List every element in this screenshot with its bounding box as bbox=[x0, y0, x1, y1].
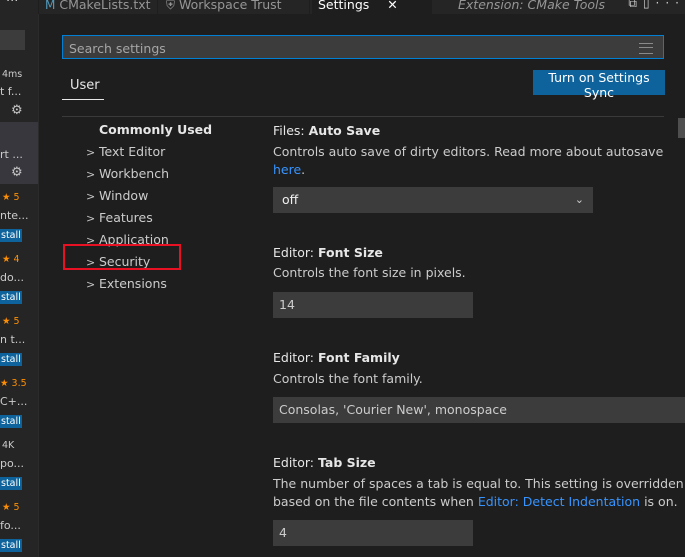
toc-item-extensions[interactable]: > Extensions bbox=[86, 276, 167, 291]
ext-rating: ★ 4 bbox=[2, 254, 20, 265]
ext-downloads: 4K bbox=[2, 440, 15, 451]
toc-commonly-used[interactable]: Commonly Used bbox=[99, 122, 212, 137]
ext-name[interactable]: nte... bbox=[0, 209, 38, 222]
setting-title-tab-size: Editor: Tab Size bbox=[273, 455, 376, 470]
ext-timing: 4ms bbox=[2, 69, 23, 80]
description-text: . bbox=[301, 162, 306, 177]
settings-search-box bbox=[62, 35, 664, 59]
setting-category: Files: bbox=[273, 123, 309, 138]
settings-sync-button[interactable]: Turn on Settings Sync bbox=[533, 70, 665, 100]
highlight-box bbox=[63, 244, 181, 270]
setting-name: Font Family bbox=[317, 350, 400, 365]
toc-label: Workbench bbox=[99, 166, 169, 181]
toc-label: Features bbox=[99, 210, 153, 225]
chevron-right-icon: > bbox=[86, 278, 96, 291]
search-input[interactable] bbox=[67, 39, 631, 57]
install-button[interactable]: stall bbox=[0, 353, 22, 366]
setting-description-link-line: here. bbox=[273, 161, 305, 179]
active-tab-indicator bbox=[62, 99, 104, 100]
gear-icon[interactable]: ⚙ bbox=[11, 103, 23, 118]
toc-item-window[interactable]: > Window bbox=[86, 188, 148, 203]
setting-description: Controls the font family. bbox=[273, 370, 423, 388]
tab-label: Extension: CMake Tools bbox=[458, 0, 605, 12]
ext-name[interactable]: n t... bbox=[0, 333, 38, 346]
tab-extension-cmake-tools[interactable]: Extension: CMake Tools bbox=[452, 0, 605, 14]
tab-label: Settings bbox=[318, 0, 370, 12]
description-text: Controls auto save of dirty editors. Rea… bbox=[273, 144, 664, 159]
description-text: based on the file contents when bbox=[273, 494, 478, 509]
close-icon[interactable]: ✕ bbox=[387, 0, 397, 12]
install-button[interactable]: stall bbox=[0, 477, 22, 490]
font-family-input[interactable]: Consolas, 'Courier New', monospace bbox=[273, 397, 685, 423]
dropdown-value: off bbox=[282, 192, 299, 207]
ext-rating: ★ 5 bbox=[2, 192, 20, 203]
ext-name[interactable]: do... bbox=[0, 271, 38, 284]
toc-label: Text Editor bbox=[99, 144, 166, 159]
description-text: The number of spaces a tab is equal to. … bbox=[273, 476, 684, 491]
gear-icon[interactable]: ⚙ bbox=[11, 165, 23, 180]
tab-label: CMakeLists.txt bbox=[59, 0, 151, 12]
setting-description: Controls auto save of dirty editors. Rea… bbox=[273, 143, 663, 161]
setting-name: Font Size bbox=[317, 245, 383, 260]
autosave-link[interactable]: here bbox=[273, 162, 301, 177]
sidebar-search-box[interactable] bbox=[0, 30, 25, 50]
ext-name[interactable]: C+... bbox=[0, 395, 38, 408]
tab-size-input[interactable]: 4 bbox=[273, 520, 473, 546]
detect-indentation-link[interactable]: Editor: Detect Indentation bbox=[478, 494, 640, 509]
tab-user[interactable]: User bbox=[70, 78, 100, 93]
setting-category: Editor: bbox=[273, 455, 318, 470]
extensions-sidebar: 4ms t f... ⚙ rt ... ⚙ ★ 5 nte... stall ★… bbox=[0, 14, 38, 557]
install-button[interactable]: stall bbox=[0, 539, 22, 552]
description-text: Controls the font family. bbox=[273, 371, 423, 386]
setting-description: The number of spaces a tab is equal to. … bbox=[273, 475, 684, 493]
chevron-right-icon: > bbox=[86, 146, 96, 159]
tab-settings[interactable]: Settings ✕ bbox=[312, 0, 432, 14]
cmake-file-icon: M bbox=[45, 0, 56, 12]
install-button[interactable]: stall bbox=[0, 229, 22, 242]
divider bbox=[38, 14, 39, 557]
ext-name[interactable]: rt ... bbox=[0, 148, 38, 161]
more-actions-icon[interactable]: ··· bbox=[6, 0, 18, 9]
font-size-input[interactable]: 14 bbox=[273, 292, 473, 318]
toc-label: Extensions bbox=[99, 276, 167, 291]
toc-item-features[interactable]: > Features bbox=[86, 210, 153, 225]
tab-workspace-trust[interactable]: ⛨ Workspace Trust bbox=[160, 0, 310, 14]
setting-title-auto-save: Files: Auto Save bbox=[273, 123, 380, 138]
setting-category: Editor: bbox=[273, 350, 318, 365]
editor-actions[interactable]: ⧉▯··· bbox=[628, 0, 685, 14]
tab-label: Workspace Trust bbox=[179, 0, 282, 12]
setting-name: Auto Save bbox=[308, 123, 381, 138]
install-button[interactable]: stall bbox=[0, 291, 22, 304]
toc-label: Window bbox=[99, 188, 149, 203]
chevron-right-icon: > bbox=[86, 168, 96, 181]
setting-title-font-family: Editor: Font Family bbox=[273, 350, 400, 365]
setting-category: Editor: bbox=[273, 245, 318, 260]
description-text: Controls the font size in pixels. bbox=[273, 265, 466, 280]
chevron-down-icon: ⌄ bbox=[574, 193, 584, 206]
ext-rating: ★ 5 bbox=[2, 316, 20, 327]
tab-cmakelists[interactable]: M CMakeLists.txt bbox=[38, 0, 158, 14]
install-button[interactable]: stall bbox=[0, 415, 22, 428]
ext-name[interactable]: fo... bbox=[0, 519, 38, 532]
chevron-right-icon: > bbox=[86, 212, 96, 225]
description-text: is on. bbox=[640, 494, 678, 509]
ext-name[interactable]: t f... bbox=[0, 85, 38, 98]
auto-save-dropdown[interactable]: off ⌄ bbox=[273, 187, 593, 213]
chevron-right-icon: > bbox=[86, 190, 96, 203]
setting-title-font-size: Editor: Font Size bbox=[273, 245, 383, 260]
setting-name: Tab Size bbox=[317, 455, 376, 470]
clear-filter-icon[interactable] bbox=[639, 43, 653, 54]
shield-icon: ⛨ bbox=[166, 0, 176, 12]
setting-description-link-line: based on the file contents when Editor: … bbox=[273, 493, 678, 511]
toc-item-text-editor[interactable]: > Text Editor bbox=[86, 144, 165, 159]
divider bbox=[62, 116, 664, 117]
editor-tab-bar: ··· M CMakeLists.txt ⛨ Workspace Trust Set… bbox=[0, 0, 685, 14]
ext-name[interactable]: po... bbox=[0, 457, 38, 470]
scrollbar[interactable] bbox=[678, 118, 685, 138]
ext-rating: ★ 5 bbox=[2, 502, 20, 513]
ext-rating: ★ 3.5 bbox=[0, 378, 27, 389]
setting-description: Controls the font size in pixels. bbox=[273, 264, 466, 282]
toc-item-workbench[interactable]: > Workbench bbox=[86, 166, 169, 181]
